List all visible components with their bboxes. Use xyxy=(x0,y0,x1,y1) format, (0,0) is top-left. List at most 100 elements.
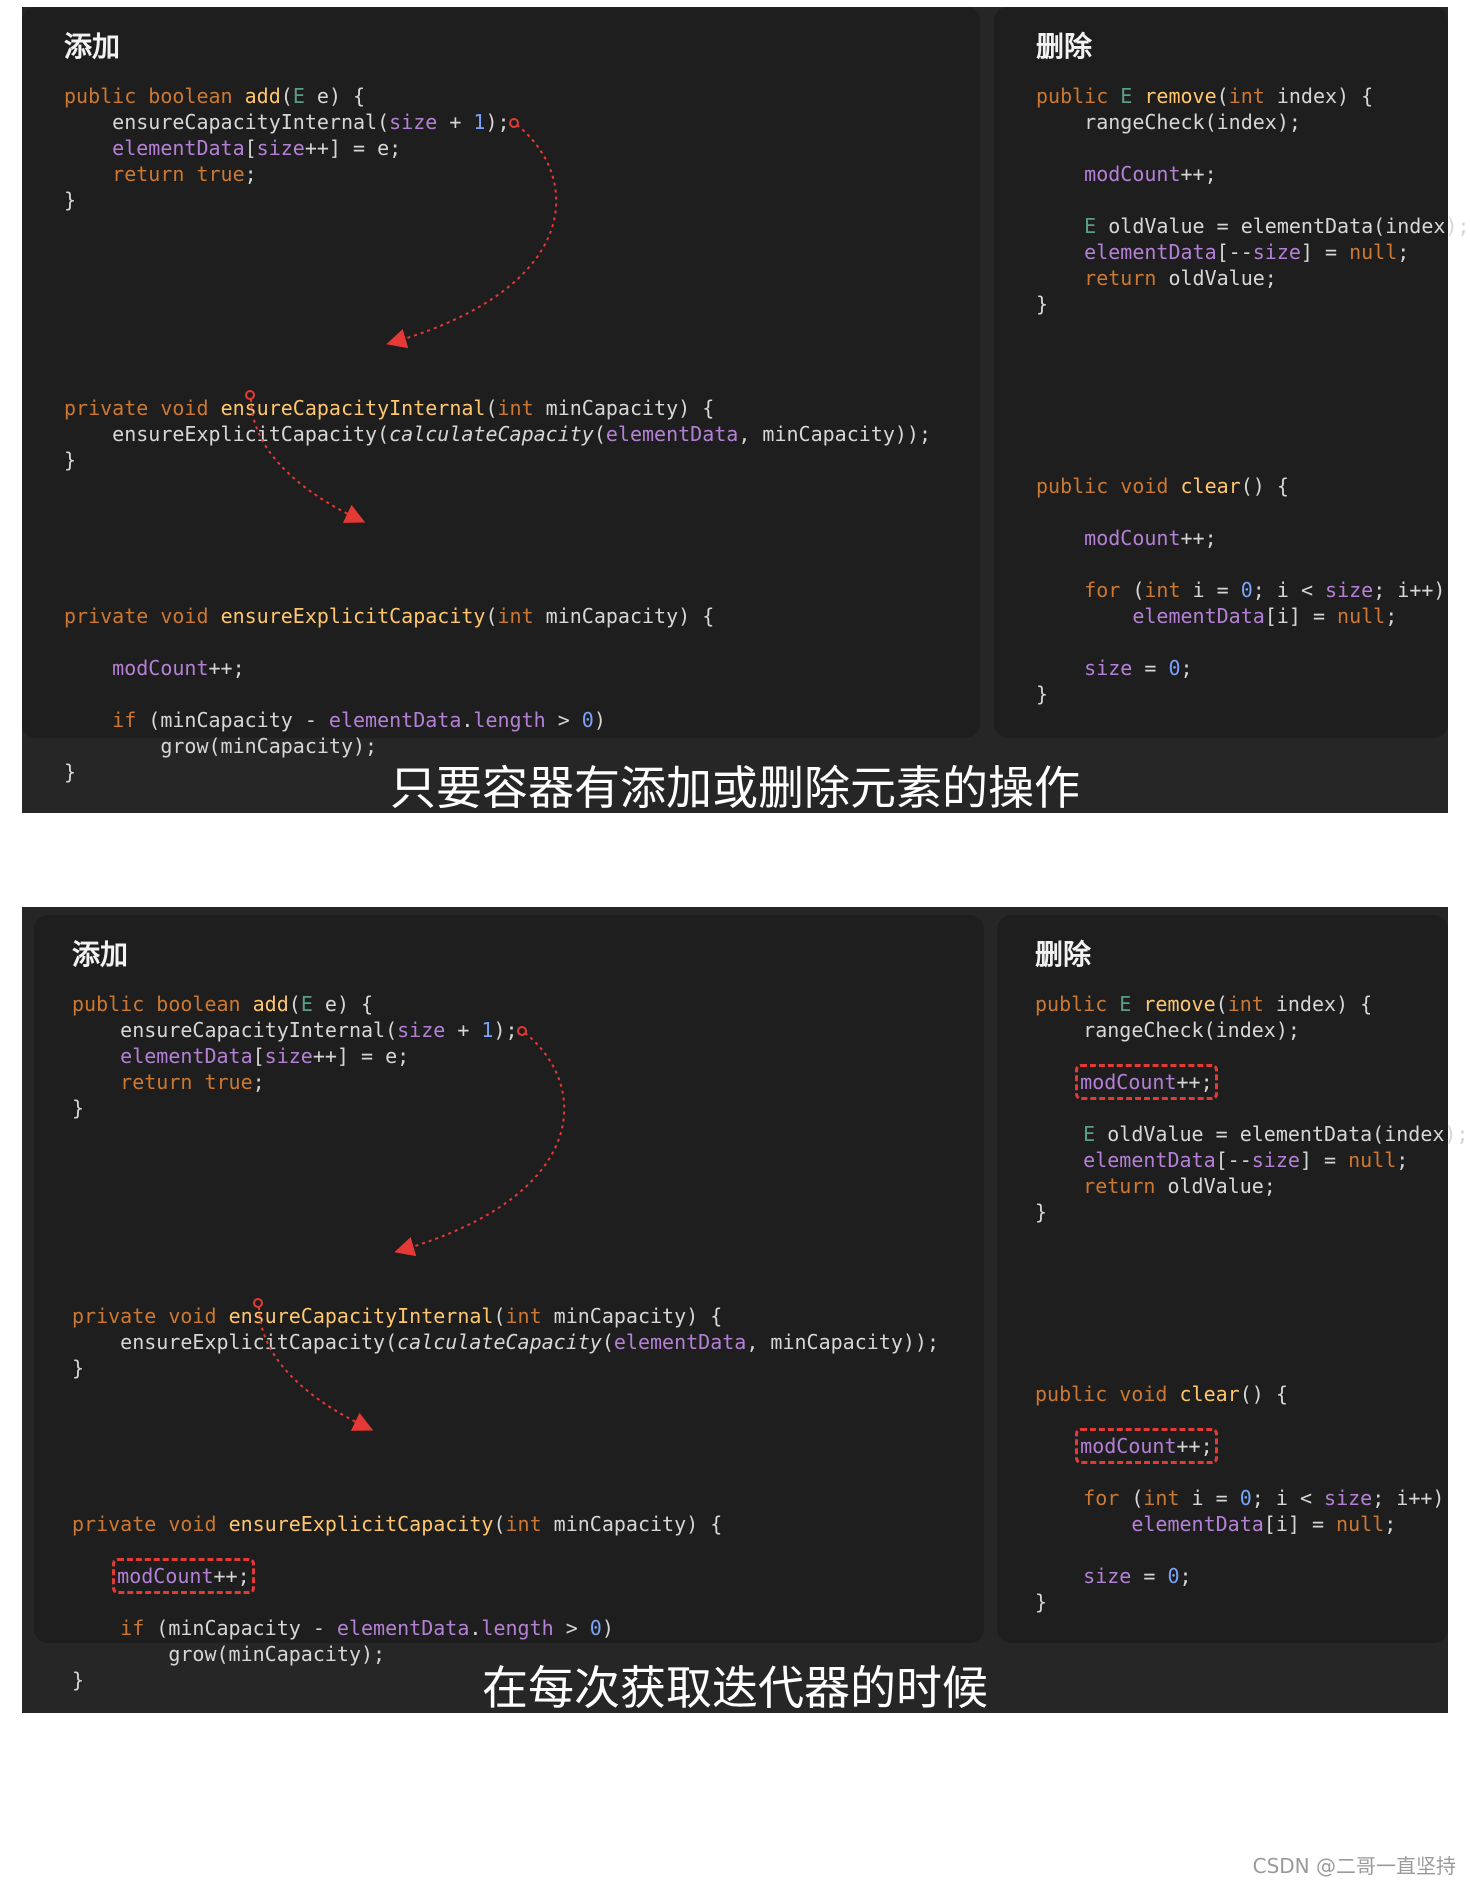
subtitle-caption: 在每次获取迭代器的时候 xyxy=(482,1661,988,1715)
call: ensureExplicitCapacity xyxy=(112,422,378,446)
kw: int xyxy=(1227,992,1264,1016)
field: elementData xyxy=(112,136,245,160)
type: E xyxy=(292,84,305,108)
kw: null xyxy=(1337,604,1386,628)
call-italic: calculateCapacity xyxy=(389,422,594,446)
add-code-panel: 添加 public boolean add(E e) { ensureCapac… xyxy=(34,915,984,1692)
number: 0 xyxy=(589,1616,602,1640)
kw: for xyxy=(1084,578,1121,602)
field: size xyxy=(1325,578,1374,602)
remove-code-block: public E remove(int index) { rangeCheck(… xyxy=(1036,84,1470,706)
kw: boolean xyxy=(156,992,241,1016)
call-italic: calculateCapacity xyxy=(397,1330,602,1354)
field: elementData xyxy=(336,1616,470,1640)
watermark: CSDN @二哥一直坚持 xyxy=(1252,1854,1456,1878)
kw: return xyxy=(1084,266,1157,290)
field: elementData xyxy=(1084,240,1217,264)
modcount-highlight-box: modCount++; xyxy=(1075,1064,1218,1100)
remove-panel-title: 删除 xyxy=(1035,938,1092,971)
field: size xyxy=(256,136,305,160)
call: rangeCheck xyxy=(1084,110,1205,134)
type: E xyxy=(1083,1122,1096,1146)
field: elementData xyxy=(1083,1148,1216,1172)
kw: null xyxy=(1348,1148,1397,1172)
type: E xyxy=(1084,214,1097,238)
remove-code-block: public E remove(int index) { rangeCheck(… xyxy=(1035,992,1469,1614)
fn-name: clear xyxy=(1180,474,1241,498)
slide-frame-2: 添加 public boolean add(E e) { ensureCapac… xyxy=(22,907,1469,1715)
kw: public xyxy=(1036,474,1109,498)
kw: int xyxy=(505,1304,542,1328)
kw: return xyxy=(1083,1174,1156,1198)
kw: void xyxy=(1119,1382,1168,1406)
number: 0 xyxy=(1168,656,1181,680)
kw: public xyxy=(1035,992,1108,1016)
add-panel-title: 添加 xyxy=(64,30,121,63)
fn-name: ensureCapacityInternal xyxy=(220,396,486,420)
field: size xyxy=(1324,1486,1373,1510)
add-panel-title: 添加 xyxy=(72,938,129,971)
mod-count: modCount xyxy=(1084,162,1181,186)
kw: public xyxy=(64,84,137,108)
field: size xyxy=(1252,240,1301,264)
kw: private xyxy=(64,396,149,420)
kw: private xyxy=(72,1304,157,1328)
type: E xyxy=(300,992,313,1016)
kw: void xyxy=(1120,474,1169,498)
field: elementData xyxy=(1131,1512,1264,1536)
mod-count: modCount xyxy=(1084,526,1181,550)
kw: int xyxy=(497,604,534,628)
mod-count: modCount xyxy=(1080,1434,1177,1458)
kw: return xyxy=(120,1070,193,1094)
number: 1 xyxy=(481,1018,494,1042)
field: size xyxy=(389,110,438,134)
field: size xyxy=(1084,656,1133,680)
kw: for xyxy=(1083,1486,1120,1510)
subtitle-caption: 只要容器有添加或删除元素的操作 xyxy=(390,761,1080,815)
number: 1 xyxy=(473,110,486,134)
fn-name: clear xyxy=(1179,1382,1240,1406)
kw: void xyxy=(168,1512,217,1536)
field: elementData xyxy=(605,422,739,446)
remove-code-panel: 删除 public E remove(int index) { rangeChe… xyxy=(997,915,1469,1643)
kw: int xyxy=(1144,578,1181,602)
mod-count: modCount xyxy=(117,1564,214,1588)
add-code-block: public boolean add(E e) { ensureCapacity… xyxy=(64,84,931,784)
kw: int xyxy=(1228,84,1265,108)
field: size xyxy=(264,1044,313,1068)
fn-name: add xyxy=(252,992,289,1016)
fn-name: add xyxy=(244,84,281,108)
fn-name: ensureCapacityInternal xyxy=(228,1304,494,1328)
kw: null xyxy=(1349,240,1398,264)
kw: true xyxy=(204,1070,253,1094)
kw: private xyxy=(64,604,149,628)
kw: true xyxy=(196,162,245,186)
kw: public xyxy=(1036,84,1109,108)
field: elementData xyxy=(613,1330,747,1354)
kw: int xyxy=(497,396,534,420)
field: elementData xyxy=(120,1044,253,1068)
kw: int xyxy=(505,1512,542,1536)
kw: return xyxy=(112,162,185,186)
fn-name: remove xyxy=(1144,84,1217,108)
field: elementData xyxy=(1132,604,1265,628)
fn-name: remove xyxy=(1143,992,1216,1016)
number: 0 xyxy=(1240,578,1253,602)
field: elementData xyxy=(328,708,462,732)
fn-name: ensureExplicitCapacity xyxy=(228,1512,494,1536)
field: size xyxy=(397,1018,446,1042)
call: rangeCheck xyxy=(1083,1018,1204,1042)
number: 0 xyxy=(1167,1564,1180,1588)
kw: int xyxy=(1143,1486,1180,1510)
number: 0 xyxy=(1239,1486,1252,1510)
mod-count: modCount xyxy=(1080,1070,1177,1094)
mod-count: modCount xyxy=(112,656,209,680)
kw: public xyxy=(1035,1382,1108,1406)
fn-name: ensureExplicitCapacity xyxy=(220,604,486,628)
kw: if xyxy=(112,708,137,732)
field: size xyxy=(1251,1148,1300,1172)
type: E xyxy=(1120,84,1133,108)
remove-panel-title: 删除 xyxy=(1036,30,1093,63)
add-code-block: public boolean add(E e) { ensureCapacity… xyxy=(72,992,939,1692)
field: size xyxy=(1083,1564,1132,1588)
